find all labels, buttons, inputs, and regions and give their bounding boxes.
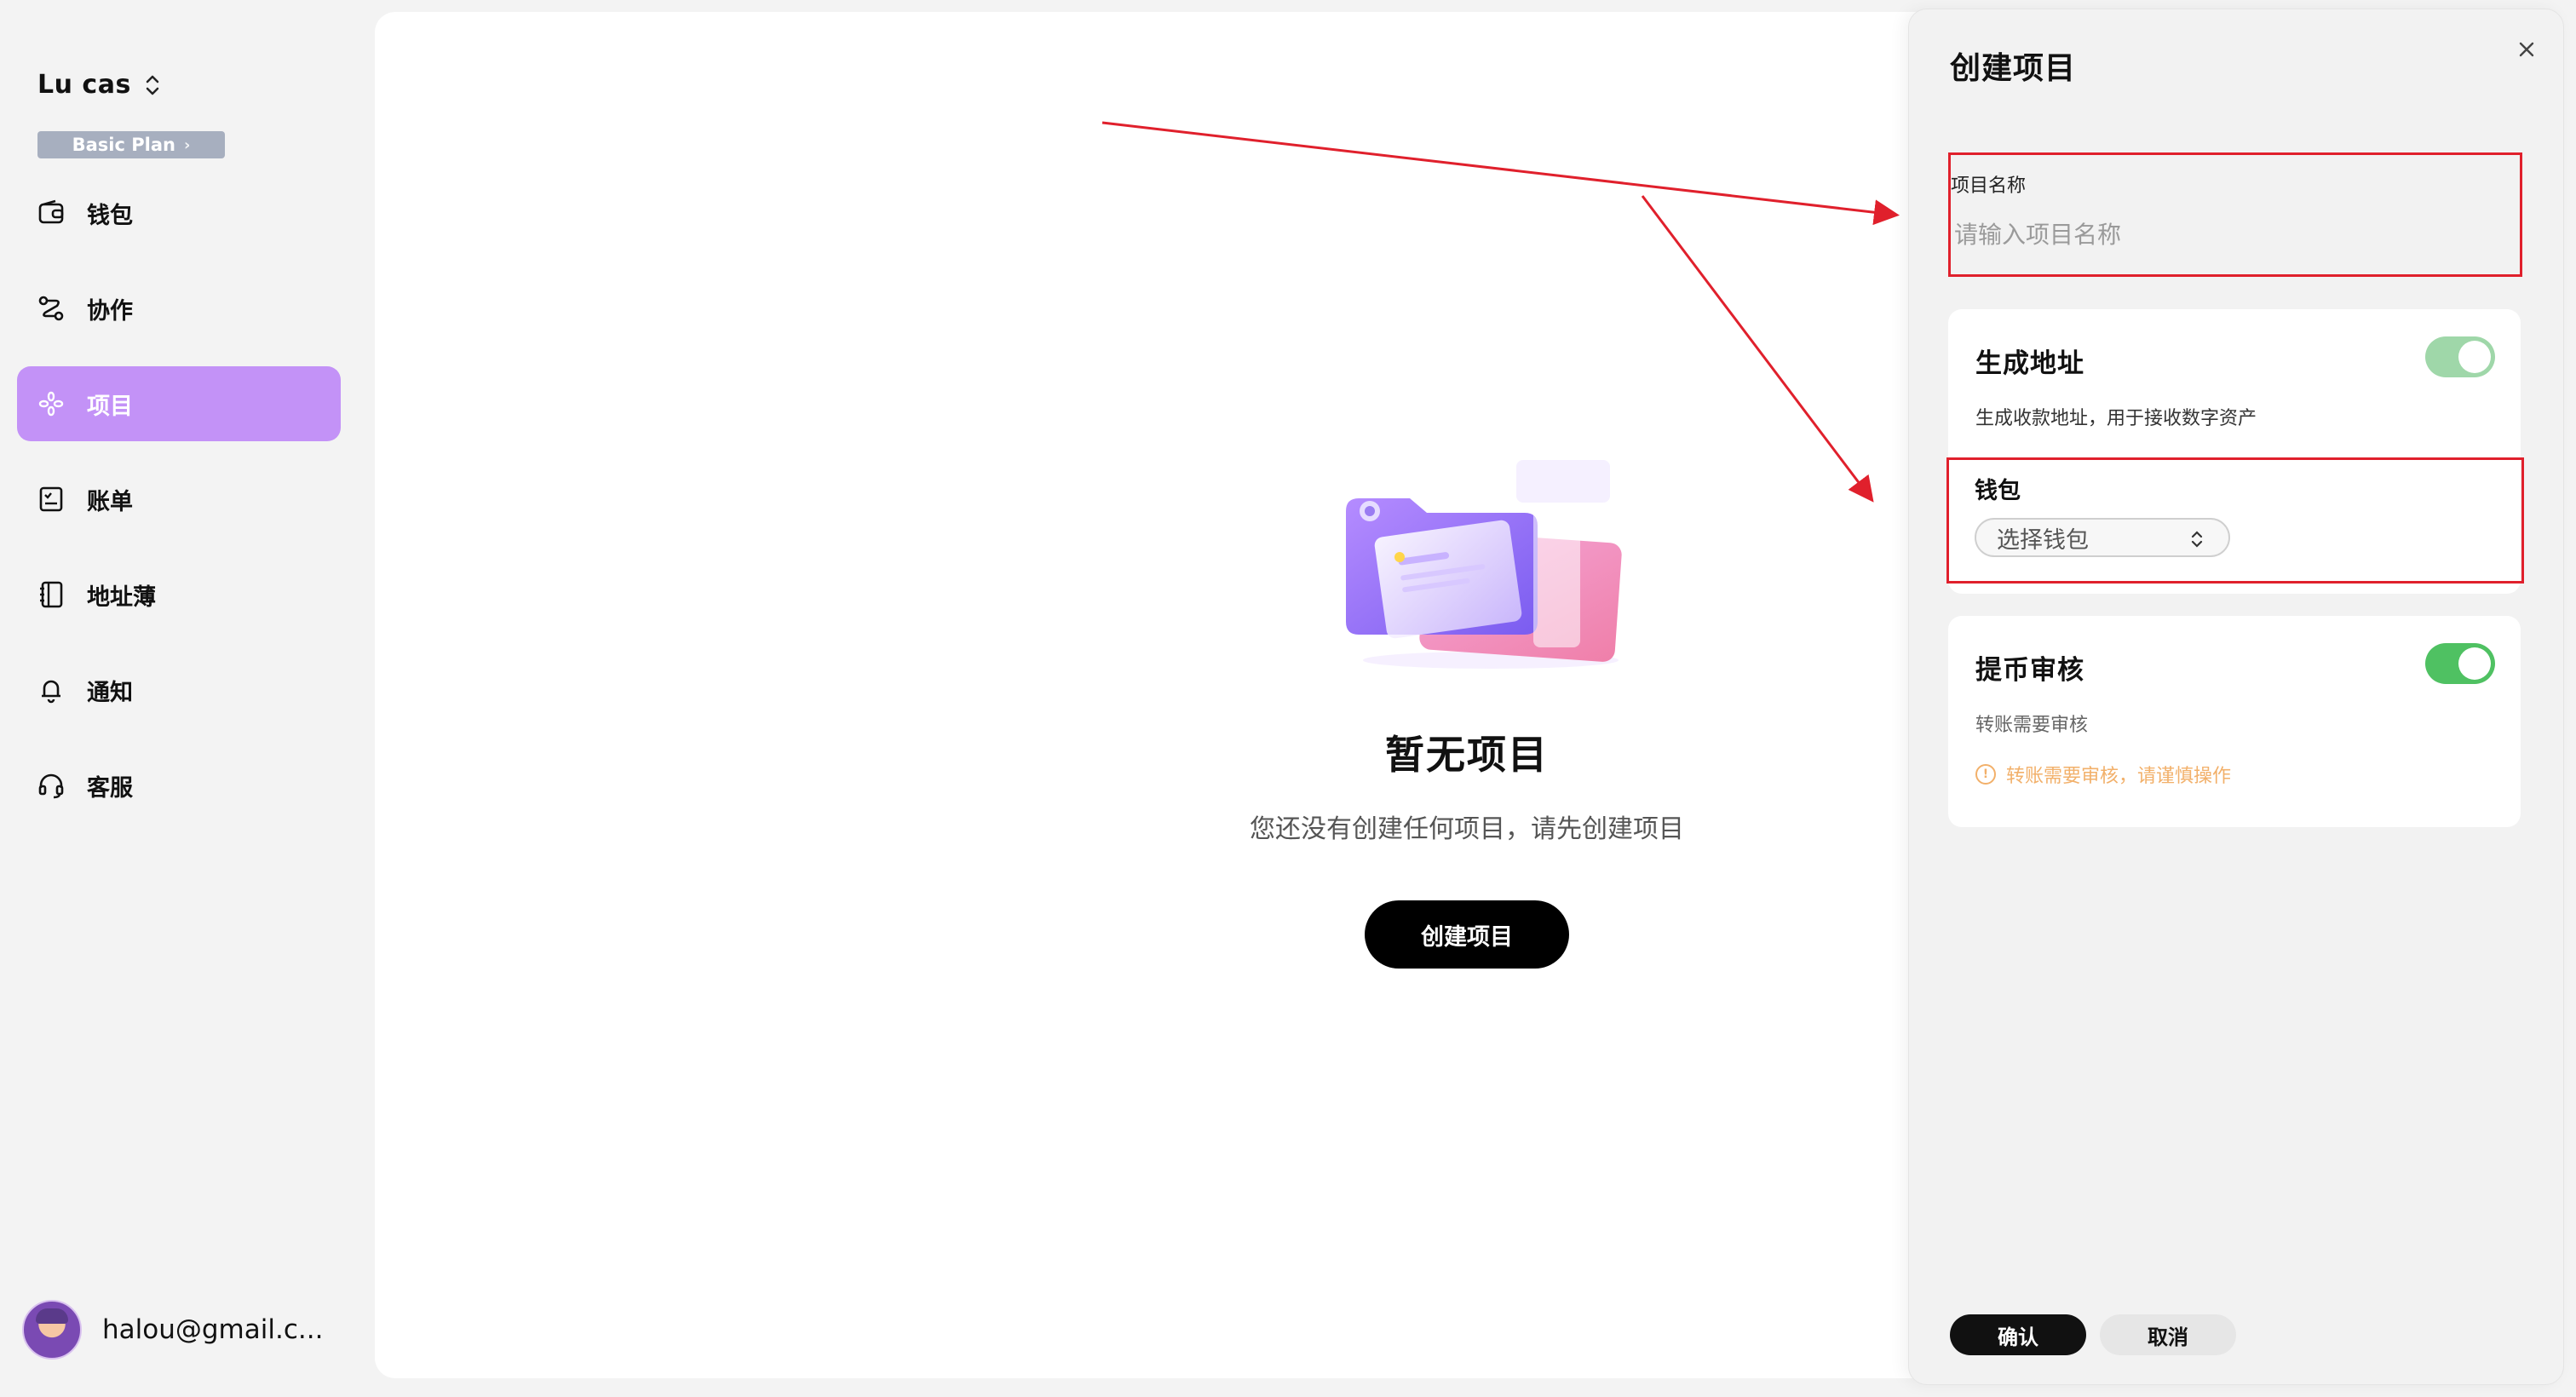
sidebar-item-label: 项目: [87, 393, 133, 420]
sidebar-item-bill[interactable]: 账单: [17, 462, 341, 537]
sidebar-item-label: 通知: [87, 679, 133, 706]
sidebar-item-notifications[interactable]: 通知: [17, 653, 341, 727]
warning-text: 转账需要审核，请谨慎操作: [2006, 766, 2232, 787]
create-project-button[interactable]: 创建项目: [1365, 900, 1569, 969]
sidebar-item-wallet[interactable]: 钱包: [17, 175, 341, 250]
wallet-select-placeholder: 选择钱包: [1997, 526, 2089, 554]
chevron-up-down-icon: [2191, 531, 2203, 548]
empty-state-title: 暂无项目: [1385, 732, 1549, 778]
user-email: halou@gmail.c...: [102, 1314, 324, 1345]
project-name-input[interactable]: [1952, 215, 2467, 254]
sidebar-item-label: 地址薄: [87, 584, 156, 611]
sidebar-item-label: 协作: [87, 297, 133, 325]
generate-address-card: 生成地址 生成收款地址，用于接收数字资产 钱包 选择钱包: [1946, 309, 2524, 594]
bill-icon: [36, 484, 66, 515]
address-book-icon: [36, 579, 66, 610]
wallet-field: 钱包 选择钱包: [1946, 457, 2524, 584]
chevron-right-icon: ›: [183, 135, 191, 154]
app-root: Lu cas Basic Plan › 钱包 协作 项目 账单 地址薄 通知 客…: [0, 0, 2576, 1397]
sidebar-item-project[interactable]: 项目: [17, 366, 341, 441]
sidebar-nav: 钱包 协作 项目 账单 地址薄 通知 客服: [17, 175, 341, 843]
collaboration-icon: [36, 293, 66, 324]
project-icon: [36, 388, 66, 419]
project-name-label: 项目名称: [1951, 175, 2027, 197]
empty-state-description: 您还没有创建任何项目，请先创建项目: [1250, 814, 1684, 844]
generate-address-subtitle: 生成收款地址，用于接收数字资产: [1975, 408, 2257, 429]
generate-address-title: 生成地址: [1975, 348, 2084, 379]
generate-address-toggle[interactable]: [2425, 336, 2495, 377]
wallet-select[interactable]: 选择钱包: [1975, 518, 2230, 557]
withdraw-audit-card: 提币审核 转账需要审核 ! 转账需要审核，请谨慎操作: [1948, 616, 2521, 827]
wallet-icon: [36, 198, 66, 228]
plan-badge[interactable]: Basic Plan ›: [37, 131, 225, 158]
withdraw-audit-subtitle: 转账需要审核: [1975, 715, 2089, 736]
withdraw-audit-title: 提币审核: [1975, 655, 2084, 686]
toggle-knob: [2458, 341, 2491, 373]
warning-icon: !: [1975, 764, 1996, 785]
withdraw-audit-warning: ! 转账需要审核，请谨慎操作: [1975, 761, 2231, 788]
project-name-field: 项目名称: [1948, 152, 2522, 277]
drawer-title: 创建项目: [1950, 51, 2077, 86]
sidebar-item-support[interactable]: 客服: [17, 748, 341, 823]
main-panel: [375, 12, 2155, 1378]
close-icon[interactable]: [2512, 35, 2541, 64]
user-profile[interactable]: halou@gmail.c...: [22, 1300, 323, 1360]
wallet-label: 钱包: [1975, 478, 2021, 504]
plan-label: Basic Plan: [72, 135, 175, 155]
create-project-drawer: 创建项目 项目名称 生成地址 生成收款地址，用于接收数字资产 钱包 选择钱包: [1908, 9, 2564, 1385]
sidebar: Lu cas Basic Plan › 钱包 协作 项目 账单 地址薄 通知 客…: [0, 0, 366, 1397]
empty-folder-illustration: [1346, 460, 1622, 669]
withdraw-audit-toggle[interactable]: [2425, 643, 2495, 684]
bell-icon: [36, 675, 66, 705]
sidebar-item-label: 钱包: [87, 202, 133, 229]
avatar: [22, 1300, 82, 1360]
chevron-up-down-icon: [146, 75, 159, 95]
sidebar-item-address-book[interactable]: 地址薄: [17, 557, 341, 632]
drawer-actions: 确认 取消: [1950, 1314, 2236, 1355]
account-name: Lu cas: [37, 70, 131, 100]
toggle-knob: [2458, 647, 2491, 680]
sidebar-item-label: 客服: [87, 774, 133, 802]
headset-icon: [36, 770, 66, 801]
sidebar-item-collaboration[interactable]: 协作: [17, 271, 341, 346]
account-switcher[interactable]: Lu cas: [37, 70, 162, 100]
sidebar-item-label: 账单: [87, 488, 133, 515]
cancel-button[interactable]: 取消: [2100, 1314, 2236, 1355]
confirm-button[interactable]: 确认: [1950, 1314, 2086, 1355]
